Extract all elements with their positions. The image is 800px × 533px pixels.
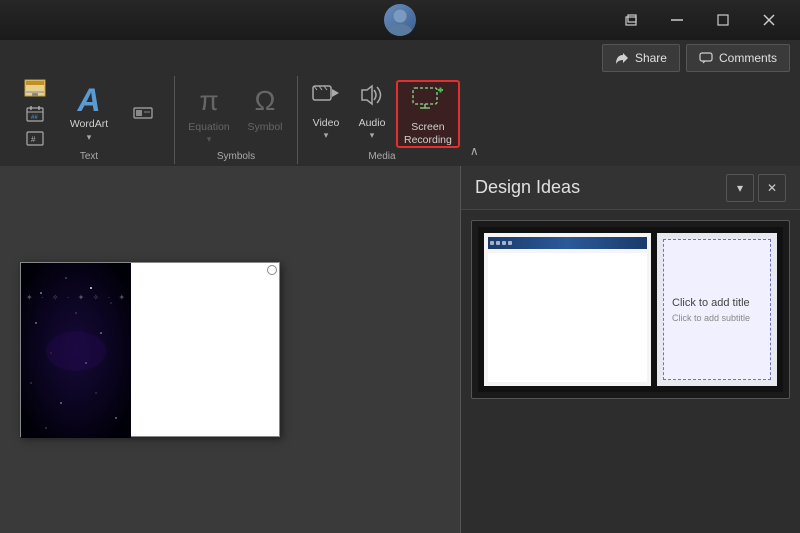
design-ideas-close-button[interactable]: ✕	[758, 174, 786, 202]
ribbon-group-media: Video ▾ Audio ▾	[298, 76, 466, 164]
header-footer-stack: ## #	[10, 80, 60, 148]
comments-button[interactable]: Comments	[686, 44, 790, 72]
screen-recording-label: ScreenRecording	[404, 121, 452, 148]
wordart-arrow: ▾	[87, 132, 92, 143]
header-footer-button[interactable]	[10, 77, 60, 102]
card-content-area	[488, 253, 647, 382]
title-bar	[0, 0, 800, 40]
ribbon-collapse-button[interactable]: ∧	[470, 76, 488, 164]
design-panel-controls: ▾ ✕	[726, 174, 786, 202]
close-icon: ✕	[767, 181, 777, 195]
wordart-button[interactable]: A WordArt ▾	[62, 80, 116, 148]
audio-icon	[358, 84, 386, 114]
close-button[interactable]	[746, 4, 792, 36]
object-icon	[133, 105, 153, 124]
minimize-button[interactable]	[654, 4, 700, 36]
card-preview-left	[484, 233, 651, 386]
design-panel-header: Design Ideas ▾ ✕	[461, 166, 800, 210]
maximize-button[interactable]	[700, 4, 746, 36]
slide-background-image	[21, 263, 131, 436]
design-idea-card[interactable]: Click to add title Click to add subtitle	[471, 220, 790, 399]
text-group-label: Text	[10, 149, 168, 164]
video-button[interactable]: Video ▾	[304, 80, 348, 148]
audio-button[interactable]: Audio ▾	[350, 80, 394, 148]
content-area: Design Ideas ▾ ✕	[0, 166, 800, 533]
ribbon-toolbar: ## # A WordArt ▾	[0, 76, 800, 166]
symbol-icon: Ω	[255, 84, 276, 118]
ribbon-top-bar: Share Comments	[0, 40, 800, 76]
ribbon-group-symbols: π Equation ▾ Ω Symbol Symbols	[175, 76, 298, 164]
design-panel-title: Design Ideas	[475, 177, 726, 198]
card-title-text: Click to add title	[672, 296, 762, 310]
slide-area	[0, 166, 460, 533]
media-group-label: Media	[304, 149, 460, 164]
taskbar-item-3	[502, 241, 506, 245]
card-preview-right: Click to add title Click to add subtitle	[657, 233, 777, 386]
card-taskbar	[488, 237, 647, 249]
wordart-label: WordArt	[70, 118, 108, 132]
calendar-icon: ##	[26, 106, 44, 125]
card-subtitle-text: Click to add subtitle	[672, 313, 762, 323]
equation-label: Equation	[188, 121, 229, 135]
resize-handle[interactable]	[267, 265, 277, 275]
equation-button[interactable]: π Equation ▾	[181, 80, 237, 148]
equation-icon: π	[199, 84, 218, 118]
audio-arrow: ▾	[370, 130, 375, 141]
symbol-button[interactable]: Ω Symbol	[239, 80, 291, 148]
video-arrow: ▾	[324, 130, 329, 141]
slide-preview[interactable]	[20, 262, 280, 437]
wordart-icon: A	[77, 84, 100, 116]
symbols-group-label: Symbols	[181, 149, 291, 164]
equation-arrow: ▾	[207, 134, 212, 145]
object-stack	[118, 80, 168, 148]
svg-text:#: #	[31, 135, 36, 144]
design-ideas-dropdown-button[interactable]: ▾	[726, 174, 754, 202]
symbol-label: Symbol	[247, 121, 282, 135]
header-footer-icon	[24, 79, 46, 100]
dropdown-icon: ▾	[737, 181, 743, 195]
title-bar-controls	[608, 4, 792, 36]
design-card-inner: Click to add title Click to add subtitle	[478, 227, 783, 392]
design-panel-content: Click to add title Click to add subtitle	[461, 210, 800, 533]
date-time-button[interactable]: ##	[10, 104, 60, 127]
taskbar-item-1	[490, 241, 494, 245]
video-label: Video	[313, 117, 340, 131]
share-button[interactable]: Share	[602, 44, 680, 72]
audio-label: Audio	[359, 117, 386, 131]
taskbar-item-4	[508, 241, 512, 245]
taskbar-item-2	[496, 241, 500, 245]
design-ideas-panel: Design Ideas ▾ ✕	[460, 166, 800, 533]
screen-recording-icon	[412, 86, 444, 118]
card-title-placeholder: Click to add title Click to add subtitle	[663, 239, 771, 380]
restore-button[interactable]	[608, 4, 654, 36]
svg-text:##: ##	[31, 115, 38, 121]
video-icon	[312, 84, 340, 114]
object-button[interactable]	[118, 103, 168, 126]
slide-number-icon: #	[26, 131, 44, 150]
screen-recording-button[interactable]: ScreenRecording	[396, 80, 460, 148]
ribbon-group-text: ## # A WordArt ▾	[4, 76, 175, 164]
avatar	[384, 4, 416, 36]
